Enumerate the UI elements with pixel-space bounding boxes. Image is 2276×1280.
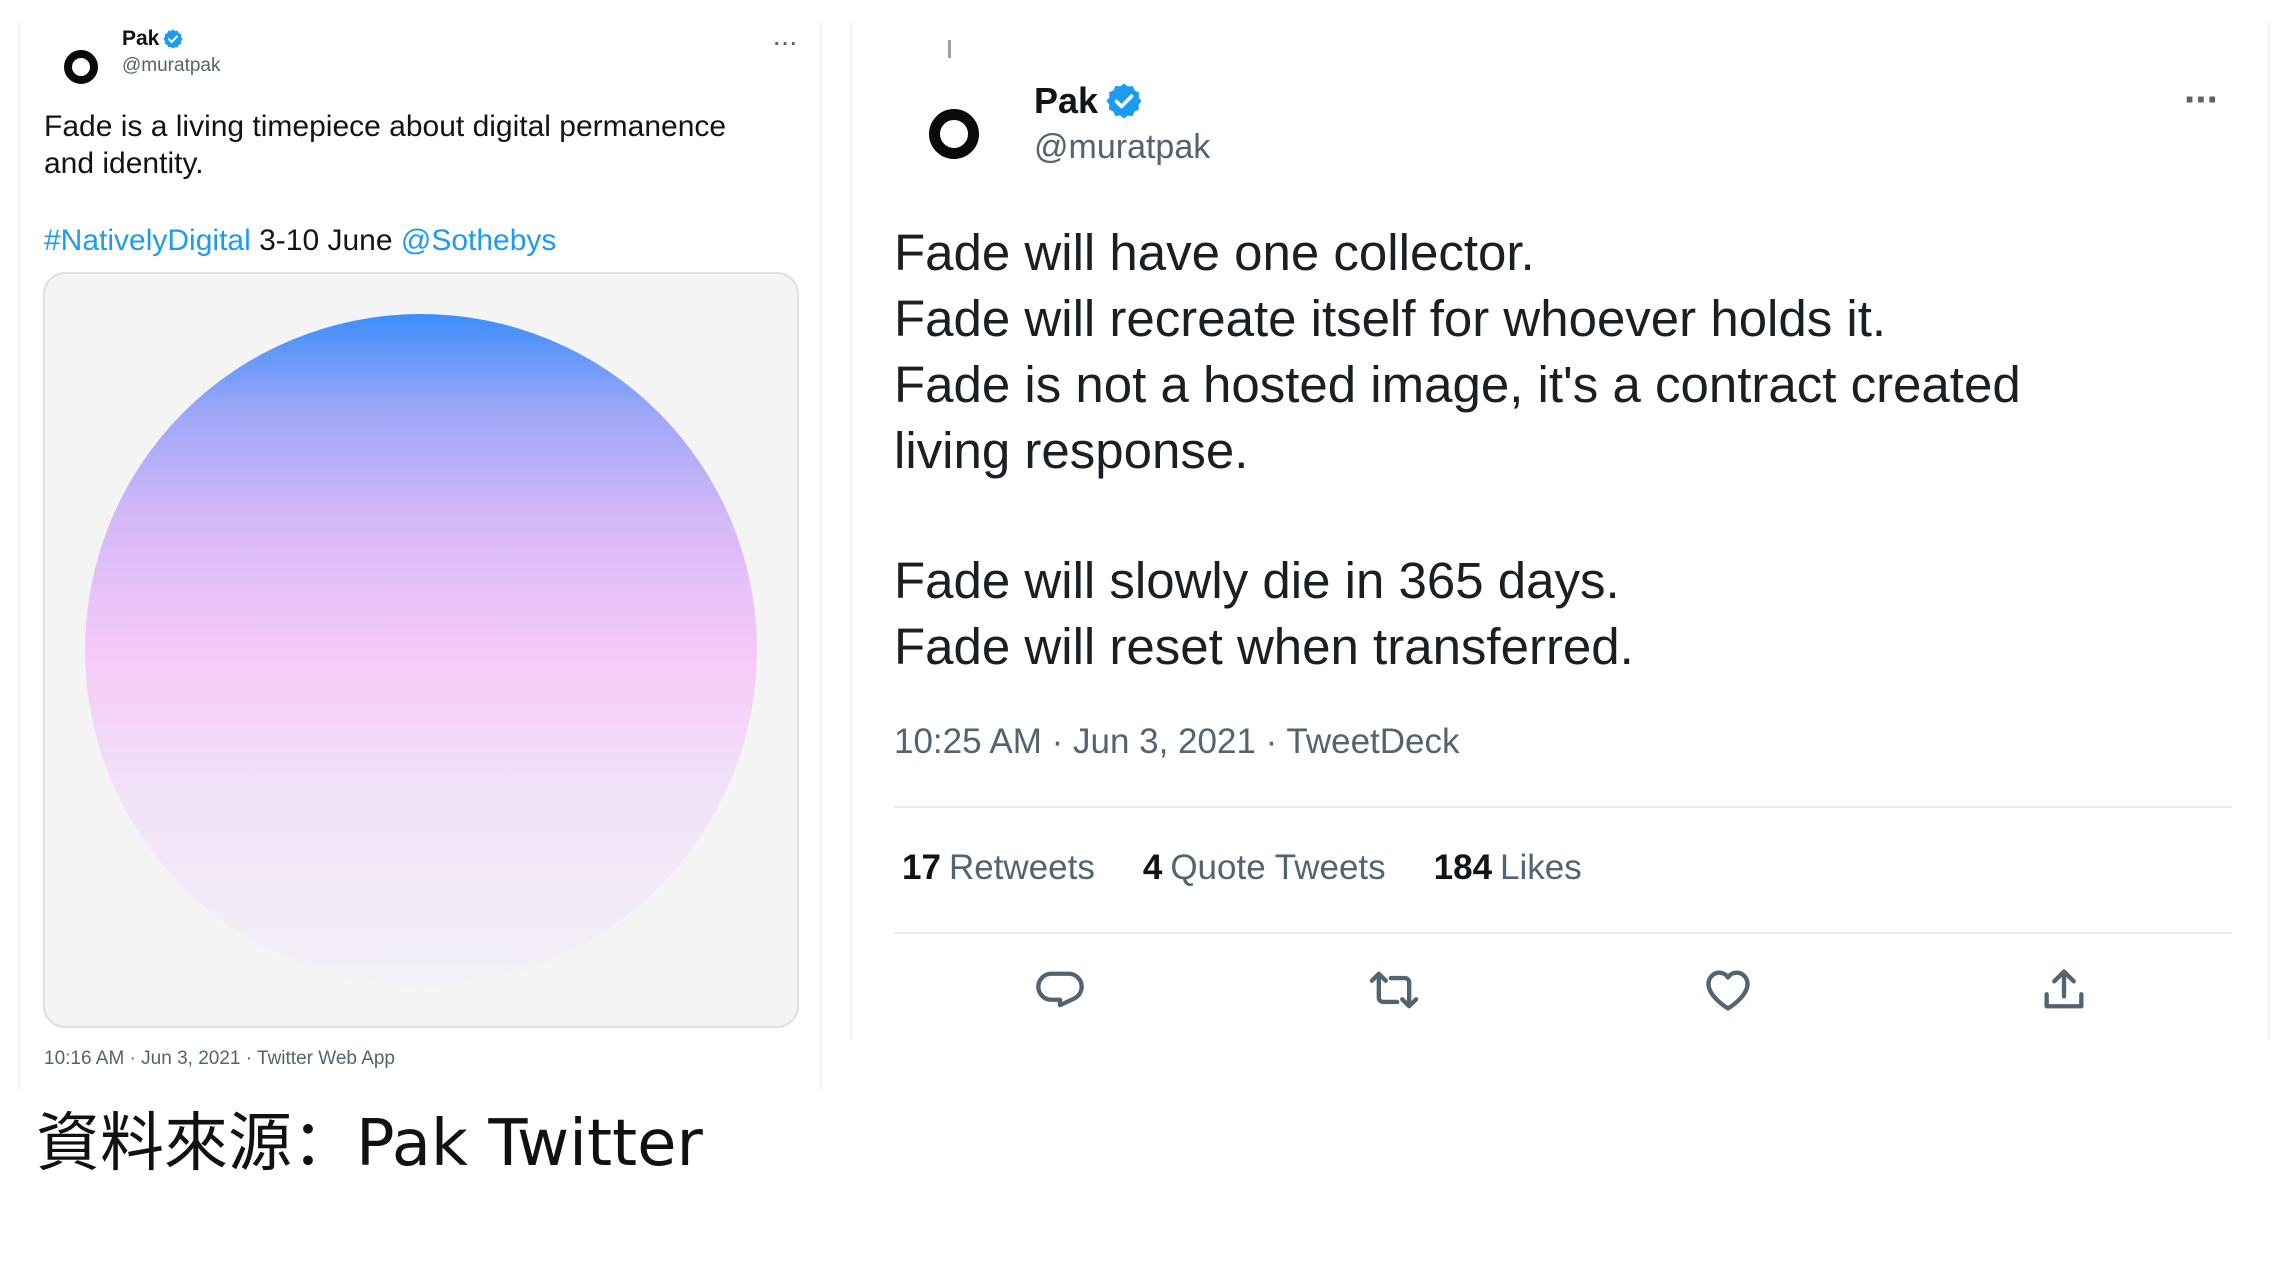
retweet-icon — [1369, 971, 1419, 1009]
like-button[interactable] — [1698, 960, 1758, 1020]
ring-logo-icon — [64, 50, 98, 84]
retweets-label: Retweets — [948, 848, 1095, 887]
avatar[interactable] — [48, 34, 112, 98]
display-name[interactable]: Pak — [122, 27, 159, 51]
likes-count: 184 — [1433, 848, 1493, 887]
retweet-button[interactable] — [1364, 960, 1424, 1020]
tweet-line: living response. — [894, 422, 1249, 479]
author-row: Pak — [122, 27, 184, 51]
retweets-count: 17 — [902, 848, 941, 887]
author-row: Pak — [1034, 80, 1144, 122]
more-options-icon[interactable]: ··· — [772, 26, 798, 58]
like-icon — [1706, 970, 1750, 1011]
reply-button[interactable] — [1030, 960, 1090, 1020]
tweet-line: Fade will slowly die in 365 days. — [894, 552, 1620, 609]
reply-icon — [1036, 971, 1084, 1008]
more-options-icon[interactable]: ··· — [2184, 78, 2220, 123]
share-button[interactable] — [2034, 960, 2094, 1020]
tweet-text: Fade is a living timepiece about digital… — [44, 110, 727, 180]
avatar[interactable] — [906, 86, 994, 174]
paragraph-break — [894, 484, 2194, 548]
mention-link[interactable]: @Sothebys — [401, 224, 557, 257]
divider — [894, 932, 2232, 934]
right-tweet-card: Pak @muratpak ··· Fade will have one col… — [850, 22, 2270, 1040]
thread-connector — [948, 40, 951, 58]
verified-badge-icon — [163, 29, 183, 49]
tweet-line: Fade will have one collector. — [894, 224, 1535, 281]
tweet-media[interactable] — [43, 272, 799, 1028]
quote-tweets-label: Quote Tweets — [1170, 848, 1386, 887]
tweet-tag-line: #NativelyDigital 3-10 June @Sothebys — [44, 222, 556, 259]
verified-badge-icon — [1106, 83, 1142, 119]
divider — [894, 806, 2232, 808]
tweet-line: Fade is not a hosted image, it's a contr… — [894, 356, 2021, 413]
hashtag-link[interactable]: #NativelyDigital — [44, 224, 251, 257]
share-icon — [2044, 969, 2084, 1009]
likes-stat[interactable]: 184 Likes — [1434, 848, 1582, 888]
tweet-timestamp[interactable]: 10:25 AM · Jun 3, 2021 · TweetDeck — [894, 722, 1460, 762]
gradient-orb-image — [85, 314, 757, 986]
handle[interactable]: @muratpak — [1034, 128, 1210, 167]
handle[interactable]: @muratpak — [122, 55, 221, 77]
tweet-line: Fade will reset when transferred. — [894, 618, 1634, 675]
tweet-timestamp[interactable]: 10:16 AM · Jun 3, 2021 · Twitter Web App — [44, 1048, 395, 1070]
source-caption: 資料來源：Pak Twitter — [36, 1107, 703, 1181]
tweet-line: Fade will recreate itself for whoever ho… — [894, 290, 1887, 347]
quote-tweets-count: 4 — [1142, 848, 1163, 887]
likes-label: Likes — [1500, 848, 1582, 887]
tweet-text: Fade will have one collector. Fade will … — [894, 220, 2194, 680]
quote-tweets-stat[interactable]: 4 Quote Tweets — [1143, 848, 1386, 888]
retweets-stat[interactable]: 17 Retweets — [902, 848, 1095, 888]
display-name[interactable]: Pak — [1034, 80, 1098, 122]
date-range-text: 3-10 June — [250, 224, 401, 257]
ring-logo-icon — [929, 109, 979, 159]
left-tweet-card: Pak @muratpak ··· Fade is a living timep… — [18, 22, 822, 1090]
engagement-stats: 17 Retweets 4 Quote Tweets 184 Likes — [902, 848, 1630, 888]
